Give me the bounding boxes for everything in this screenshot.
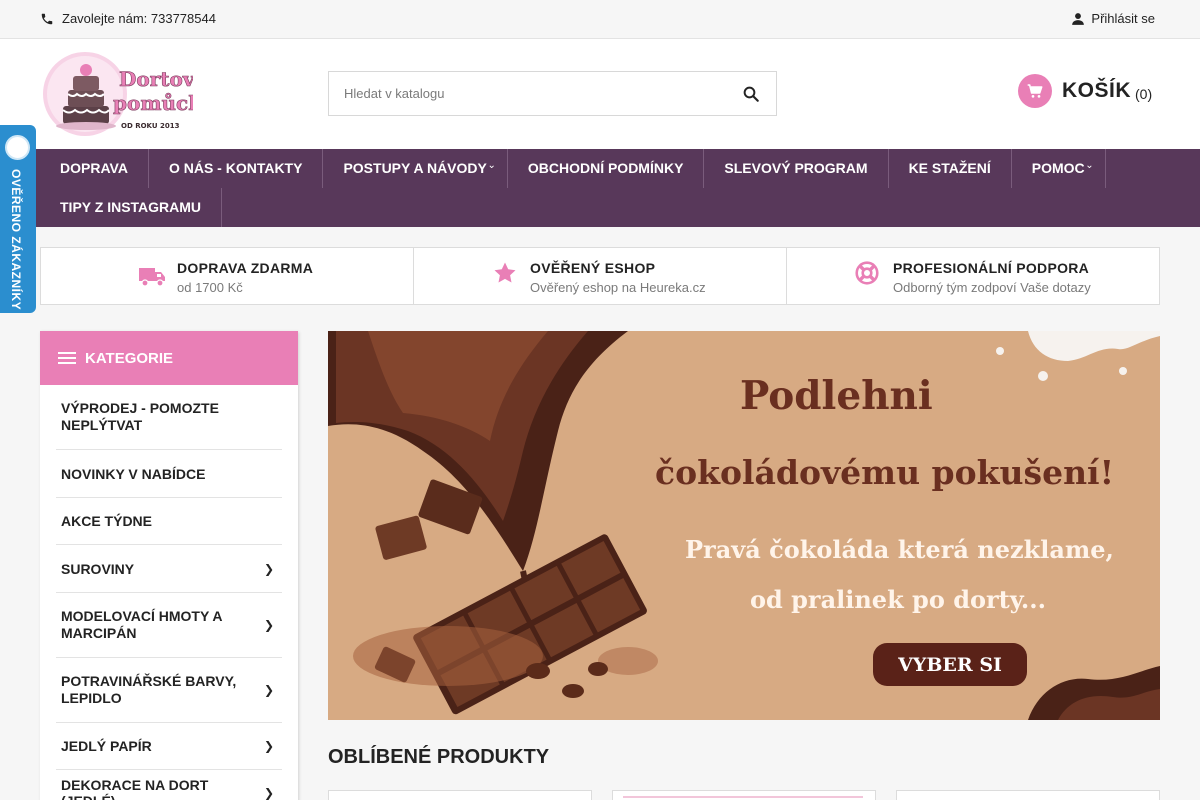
- category-item[interactable]: AKCE TÝDNE: [56, 498, 282, 545]
- benefit-verified: OVĚŘENÝ ESHOP Ověřený eshop na Heureka.c…: [414, 248, 787, 304]
- banner-subline-2: od pralinek po dorty...: [750, 585, 1046, 614]
- nav-item-instagram[interactable]: TIPY Z INSTAGRAMU: [40, 188, 223, 227]
- nav-label: OBCHODNÍ PODMÍNKY: [527, 160, 684, 176]
- benefit-title: DOPRAVA ZDARMA: [177, 260, 314, 276]
- category-list: VÝPRODEJ - POMOZTE NEPLÝTVAT NOVINKY V N…: [40, 385, 298, 800]
- search-icon[interactable]: [742, 85, 760, 103]
- nav-item-o-nas[interactable]: O NÁS - KONTAKTY: [149, 149, 324, 188]
- nav-label: POSTUPY A NÁVODY: [343, 160, 487, 176]
- verified-seal-icon: [5, 135, 30, 160]
- chevron-right-icon: ❯: [263, 683, 274, 697]
- chevron-right-icon: ❯: [263, 618, 274, 632]
- banner-headline-2: čokoládovému pokušení!: [655, 453, 1115, 492]
- category-title: KATEGORIE: [85, 349, 174, 367]
- category-item[interactable]: NOVINKY V NABÍDCE: [56, 450, 282, 498]
- popular-products-title: OBLÍBENÉ PRODUKTY: [328, 746, 550, 768]
- svg-text:OD ROKU 2013: OD ROKU 2013: [121, 122, 180, 130]
- nav-item-ke-stazeni[interactable]: KE STAŽENÍ: [889, 149, 1012, 188]
- benefit-subtitle: od 1700 Kč: [177, 280, 243, 295]
- nav-item-podminky[interactable]: OBCHODNÍ PODMÍNKY: [508, 149, 705, 188]
- lifebuoy-icon: [855, 261, 879, 285]
- svg-text:Dortové: Dortové: [119, 67, 193, 91]
- nav-label: SLEVOVÝ PROGRAM: [724, 160, 868, 176]
- chevron-right-icon: ❯: [263, 786, 274, 800]
- category-header[interactable]: KATEGORIE: [40, 331, 298, 385]
- product-card[interactable]: [612, 790, 876, 800]
- category-label: NOVINKY V NABÍDCE: [61, 465, 206, 482]
- chevron-right-icon: ❯: [263, 561, 274, 576]
- category-item[interactable]: JEDLÝ PAPÍR ❯: [56, 723, 282, 770]
- chevron-right-icon: ❯: [263, 739, 274, 753]
- star-icon: [494, 262, 516, 283]
- benefit-shipping: DOPRAVA ZDARMA od 1700 Kč: [41, 248, 414, 304]
- nav-row-1: DOPRAVA O NÁS - KONTAKTY POSTUPY A NÁVOD…: [40, 149, 1106, 188]
- category-label: POTRAVINÁŘSKÉ BARVY, LEPIDLO: [61, 673, 237, 706]
- main-nav: DOPRAVA O NÁS - KONTAKTY POSTUPY A NÁVOD…: [0, 149, 1200, 227]
- phone-icon: [41, 13, 53, 24]
- category-label: VÝPRODEJ - POMOZTE NEPLÝTVAT: [61, 400, 219, 433]
- verified-badge-text: OVĚŘENO ZÁKAZNÍKY: [9, 169, 23, 311]
- benefit-title: OVĚŘENÝ ESHOP: [530, 260, 656, 276]
- login-link[interactable]: Přihlásit se: [1071, 11, 1155, 26]
- product-card[interactable]: [328, 790, 592, 800]
- banner-cta-button[interactable]: VYBER SI: [873, 643, 1027, 686]
- nav-item-pomoc[interactable]: POMOC ⌄: [1012, 149, 1106, 188]
- category-item[interactable]: VÝPRODEJ - POMOZTE NEPLÝTVAT: [56, 385, 282, 450]
- banner-headline-1: Podlehni: [740, 373, 933, 419]
- nav-item-doprava[interactable]: DOPRAVA: [40, 149, 149, 188]
- hamburger-icon: [58, 352, 76, 364]
- product-card[interactable]: [896, 790, 1160, 800]
- verified-customers-badge[interactable]: OVĚŘENO ZÁKAZNÍKY: [0, 125, 36, 313]
- nav-item-postupy[interactable]: POSTUPY A NÁVODY ⌄: [323, 149, 508, 188]
- search-box: [328, 71, 777, 116]
- benefit-subtitle: Odborný tým zodpoví Vaše dotazy: [893, 280, 1091, 295]
- chevron-down-icon: ⌄: [487, 160, 496, 171]
- benefit-title: PROFESIONÁLNÍ PODPORA: [893, 260, 1090, 276]
- site-logo[interactable]: Dortové pomůcky OD ROKU 2013: [41, 50, 215, 138]
- banner-subline-1: Pravá čokoláda která nezklame,: [685, 535, 1114, 564]
- top-bar: Zavolejte nám: 733778544 Přihlásit se: [0, 0, 1200, 39]
- category-label: JEDLÝ PAPÍR: [61, 738, 152, 754]
- benefits-bar: DOPRAVA ZDARMA od 1700 Kč OVĚŘENÝ ESHOP …: [40, 247, 1160, 305]
- category-sidebar: KATEGORIE VÝPRODEJ - POMOZTE NEPLÝTVAT N…: [40, 331, 298, 800]
- benefit-subtitle: Ověřený eshop na Heureka.cz: [530, 280, 706, 295]
- nav-item-slevovy[interactable]: SLEVOVÝ PROGRAM: [704, 149, 889, 188]
- nav-row-2: TIPY Z INSTAGRAMU: [40, 188, 223, 227]
- nav-label: O NÁS - KONTAKTY: [168, 160, 303, 176]
- product-image-edge: [623, 796, 863, 798]
- category-label: DEKORACE NA DORT (JEDLÉ): [61, 777, 209, 800]
- cart-button[interactable]: KOŠÍK (0): [1018, 74, 1152, 108]
- nav-label: DOPRAVA: [60, 160, 128, 176]
- cake-logo-icon: Dortové pomůcky OD ROKU 2013: [43, 52, 215, 136]
- header: Dortové pomůcky OD ROKU 2013 KOŠÍK (0): [0, 39, 1200, 149]
- cart-icon-wrap: [1018, 74, 1052, 108]
- category-label: SUROVINY: [61, 560, 135, 577]
- category-item[interactable]: MODELOVACÍ HMOTY A MARCIPÁN ❯: [56, 593, 282, 658]
- category-item[interactable]: POTRAVINÁŘSKÉ BARVY, LEPIDLO ❯: [56, 658, 282, 723]
- phone-contact[interactable]: Zavolejte nám: 733778544: [40, 11, 216, 26]
- truck-icon: [139, 268, 165, 287]
- category-label: AKCE TÝDNE: [61, 513, 153, 529]
- category-item[interactable]: DEKORACE NA DORT (JEDLÉ) ❯: [56, 770, 282, 800]
- promo-banner[interactable]: Podlehni čokoládovému pokušení! Pravá čo…: [328, 331, 1160, 720]
- phone-text: Zavolejte nám: 733778544: [62, 11, 216, 26]
- user-icon: [1072, 12, 1085, 25]
- nav-label: POMOC: [1031, 160, 1085, 176]
- svg-text:pomůcky: pomůcky: [113, 91, 193, 115]
- search-input[interactable]: [329, 72, 709, 115]
- benefit-support: PROFESIONÁLNÍ PODPORA Odborný tým zodpov…: [787, 248, 1159, 304]
- nav-label: TIPY Z INSTAGRAMU: [60, 199, 202, 215]
- cart-count: (0): [1135, 86, 1153, 102]
- login-text: Přihlásit se: [1091, 11, 1155, 26]
- cart-label: KOŠÍK: [1062, 79, 1132, 102]
- cart-icon: [1027, 84, 1043, 98]
- category-item[interactable]: SUROVINY ❯: [56, 545, 282, 593]
- chevron-down-icon: ⌄: [1085, 160, 1094, 171]
- nav-label: KE STAŽENÍ: [908, 160, 991, 176]
- category-label: MODELOVACÍ HMOTY A MARCIPÁN: [61, 608, 222, 641]
